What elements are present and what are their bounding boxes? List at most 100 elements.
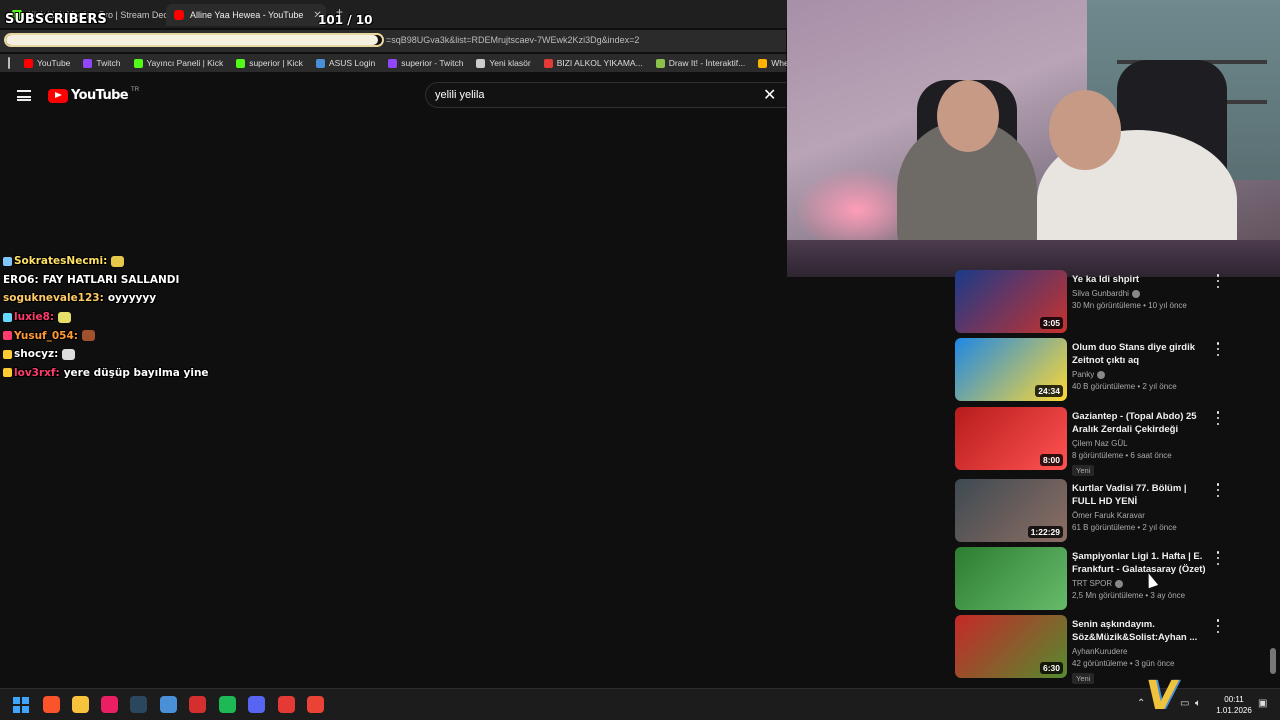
video-card[interactable]: 3:05 Ye ka ldi shpirt Silva Gunbardhi 30 Mn… xyxy=(955,270,1235,338)
video-card[interactable]: Şampiyonlar Ligi 1. Hafta | E. Frankfurt… xyxy=(955,547,1235,615)
video-title[interactable]: Olum duo Stans diye girdik Zeitnot çıktı… xyxy=(1072,341,1210,367)
spotify-icon[interactable] xyxy=(219,696,236,713)
video-title[interactable]: Senin aşkındayım. Söz&Müzik&Solist:Ayhan… xyxy=(1072,618,1210,644)
bookmarks-bar: YouTube Twitch Yayıncı Paneli | Kick superi… xyxy=(0,54,813,72)
chat-badge-icon xyxy=(3,312,12,322)
video-title[interactable]: Gaziantep - (Topal Abdo) 25 Aralık Zerda… xyxy=(1072,410,1210,436)
video-thumbnail[interactable]: 6:30 xyxy=(955,615,1067,678)
chat-emote-icon xyxy=(111,255,125,267)
menu-dot xyxy=(1216,347,1220,351)
video-thumbnail[interactable]: 24:34 xyxy=(955,338,1067,401)
bookmark-item[interactable]: Twitch xyxy=(83,58,121,68)
video-title[interactable]: Ye ka ldi shpirt xyxy=(1072,273,1210,286)
bookmark-item[interactable]: superior - Twitch xyxy=(388,58,463,68)
url-text[interactable]: =sqB98UGva3k&list=RDEMrujtscaev-7WEwk2Kz… xyxy=(386,35,639,45)
bookmark-label: superior - Twitch xyxy=(401,58,464,68)
globe-icon[interactable] xyxy=(160,696,177,713)
bookmark-item[interactable]: Draw It! - İnteraktif... xyxy=(655,58,745,68)
stream-chat: SokratesNecmi: ERO6: FAY HATLARI SALLANDI s… xyxy=(3,252,303,382)
menu-dot xyxy=(1216,342,1220,345)
bookmark-item[interactable]: BIZI ALKOL YIKAMA... xyxy=(543,58,643,68)
chat-message: ERO6: FAY HATLARI SALLANDI xyxy=(3,271,303,290)
notification-icon[interactable]: ▣ xyxy=(1258,698,1267,709)
video-channel[interactable]: Panky xyxy=(1072,370,1094,379)
youtube-play-icon xyxy=(48,88,68,103)
search-input[interactable]: yelili yelila ✕ xyxy=(425,82,786,108)
chat-message: Yusuf_054: xyxy=(3,326,303,345)
video-channel-row: Çilem Naz GÜL xyxy=(1072,439,1210,448)
video-channel[interactable]: Ömer Faruk Karavar xyxy=(1072,511,1145,520)
clock-time: 00:11 xyxy=(1224,695,1244,704)
video-thumbnail[interactable]: 1:22:29 xyxy=(955,479,1067,542)
bookmark-item[interactable]: Yayıncı Paneli | Kick xyxy=(133,58,223,68)
bookmark-item[interactable]: ASUS Login xyxy=(315,58,376,68)
menu-dot xyxy=(1216,624,1220,628)
game-icon[interactable] xyxy=(189,696,206,713)
video-card[interactable]: 6:30 Senin aşkındayım. Söz&Müzik&Solist:A… xyxy=(955,615,1235,684)
menu-dot xyxy=(1216,483,1220,486)
video-title[interactable]: Şampiyonlar Ligi 1. Hafta | E. Frankfurt… xyxy=(1072,550,1210,576)
more-options-icon[interactable] xyxy=(1213,551,1223,565)
video-duration: 1:22:29 xyxy=(1027,526,1063,538)
page-scrollbar[interactable] xyxy=(1270,648,1276,674)
steam-icon[interactable] xyxy=(130,696,147,713)
bookmark-item[interactable]: Yeni klasör xyxy=(476,58,531,68)
video-card[interactable]: 1:22:29 Kurtlar Vadisi 77. Bölüm | FULL H… xyxy=(955,479,1235,547)
bookmark-favicon-icon xyxy=(24,58,33,68)
brave-icon[interactable] xyxy=(43,696,60,713)
chat-username: shocyz: xyxy=(14,348,59,361)
video-channel[interactable]: Silva Gunbardhi xyxy=(1072,289,1129,298)
more-options-icon[interactable] xyxy=(1213,411,1223,425)
youtube-logo-text: YouTube xyxy=(71,88,129,103)
menu-dot xyxy=(1216,619,1220,622)
video-card[interactable]: 24:34 Olum duo Stans diye girdik Zeitnot … xyxy=(955,338,1235,406)
video-channel[interactable]: TRT SPOR xyxy=(1072,579,1112,588)
verified-icon xyxy=(1097,370,1106,379)
folder-icon[interactable] xyxy=(72,696,89,713)
video-channel[interactable]: Çilem Naz GÜL xyxy=(1072,439,1128,448)
pin-icon[interactable] xyxy=(101,696,118,713)
video-thumbnail[interactable]: 8:00 xyxy=(955,407,1067,470)
discord-icon[interactable] xyxy=(248,696,265,713)
menu-dot xyxy=(1216,551,1220,554)
more-options-icon[interactable] xyxy=(1213,619,1223,633)
streamdeck-icon[interactable] xyxy=(278,696,295,713)
more-options-icon[interactable] xyxy=(1213,483,1223,497)
bookmark-label: ASUS Login xyxy=(328,58,376,68)
chat-text: oyyyyyy xyxy=(107,292,157,305)
video-channel[interactable]: AyhanKurudere xyxy=(1072,647,1127,656)
chat-badge-icon xyxy=(3,331,12,341)
menu-icon[interactable] xyxy=(17,90,31,101)
tab-label: Alline Yaa Hewea - YouTube xyxy=(190,10,304,20)
tab-youtube[interactable]: Alline Yaa Hewea - YouTube ✕ xyxy=(166,4,326,26)
video-meta: 42 görüntüleme • 3 gün önce xyxy=(1072,659,1175,668)
bookmark-favicon-icon xyxy=(758,58,768,68)
chat-text: FAY HATLARI SALLANDI xyxy=(42,273,180,286)
clear-search-icon[interactable]: ✕ xyxy=(763,85,776,105)
subscriber-progress-bar xyxy=(4,33,384,47)
video-thumbnail[interactable]: 3:05 xyxy=(955,270,1067,333)
more-options-icon[interactable] xyxy=(1213,274,1223,288)
windows-start-icon[interactable] xyxy=(13,697,29,713)
chat-username: Yusuf_054: xyxy=(14,329,78,342)
video-title[interactable]: Kurtlar Vadisi 77. Bölüm | FULL HD YENİ xyxy=(1072,482,1210,508)
bookmark-label: Twitch xyxy=(96,58,121,68)
video-card[interactable]: 8:00 Gaziantep - (Topal Abdo) 25 Aralık Z… xyxy=(955,407,1235,476)
bookmark-item[interactable]: superior | Kick xyxy=(236,58,303,68)
bookmark-item[interactable]: YouTube xyxy=(24,58,70,68)
video-thumbnail[interactable] xyxy=(955,547,1067,610)
youtube-country-code: TR xyxy=(131,86,140,93)
chrome-icon[interactable] xyxy=(307,696,324,713)
volume-icon[interactable]: 🔈︎ xyxy=(1195,698,1201,709)
bookmark-favicon-icon xyxy=(388,58,398,68)
menu-dot xyxy=(1216,285,1220,288)
menu-dot xyxy=(1216,556,1220,560)
taskbar-clock[interactable]: 00:11 1.01.2026 xyxy=(1216,694,1252,716)
network-icon[interactable]: ▭ xyxy=(1180,698,1189,709)
video-duration: 8:00 xyxy=(1039,454,1063,466)
apps-grid-icon[interactable] xyxy=(8,57,10,69)
youtube-logo[interactable]: YouTube TR xyxy=(48,86,140,103)
streamer-logo-icon: V xyxy=(1142,673,1181,719)
chat-message: luxie8: xyxy=(3,308,303,327)
more-options-icon[interactable] xyxy=(1213,342,1223,356)
